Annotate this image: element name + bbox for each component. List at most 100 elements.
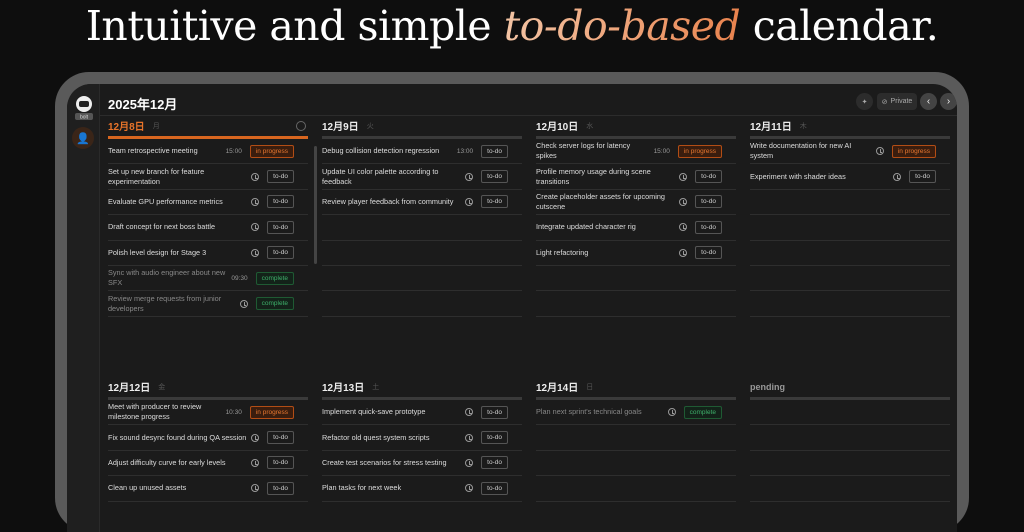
clock-icon[interactable] [251,458,260,467]
task-item[interactable]: Sync with audio engineer about new SFX 09… [108,266,308,292]
status-badge[interactable]: to-do [481,195,508,209]
status-badge[interactable]: to-do [909,170,936,184]
clock-icon[interactable] [251,433,260,442]
status-badge[interactable]: to-do [695,246,722,260]
status-badge[interactable]: in progress [891,144,936,158]
clock-icon[interactable] [465,197,474,206]
clock-icon[interactable] [875,147,884,156]
sparkle-button[interactable]: ✦ [856,93,873,110]
status-badge[interactable]: to-do [267,456,294,470]
clock-icon[interactable] [465,408,474,417]
empty-slot[interactable] [750,425,950,451]
clock-icon[interactable] [465,484,474,493]
empty-slot[interactable] [750,400,950,426]
empty-slot[interactable] [750,451,950,477]
task-item[interactable]: Clean up unused assets to-do [108,476,308,502]
add-user-button[interactable]: 👤 [72,127,94,149]
day-check-icon[interactable] [296,120,306,131]
task-title: Draft concept for next boss battle [108,222,216,232]
status-badge[interactable]: to-do [695,220,722,234]
task-item[interactable]: Light refactoring to-do [536,241,736,266]
clock-icon[interactable] [679,172,688,181]
task-item[interactable]: Integrate updated character rig to-do [536,215,736,241]
status-badge[interactable]: to-do [267,246,294,260]
empty-slot[interactable] [322,291,522,317]
task-item[interactable]: Fix sound desync found during QA session… [108,425,308,451]
empty-slot[interactable] [322,266,522,292]
task-item[interactable]: Debug collision detection regression 13:0… [322,139,522,165]
empty-slot[interactable] [750,241,950,266]
status-badge[interactable]: complete [683,405,722,419]
status-badge[interactable]: to-do [481,431,508,445]
private-toggle[interactable]: ⊘ Private [877,93,917,110]
task-item[interactable]: Plan next sprint's technical goals comple… [536,400,736,426]
empty-slot[interactable] [536,266,736,292]
empty-slot[interactable] [536,476,736,502]
status-badge[interactable]: to-do [267,220,294,234]
status-badge[interactable]: to-do [267,170,294,184]
status-badge[interactable]: in progress [677,144,722,158]
status-badge[interactable]: complete [255,297,294,311]
task-item[interactable]: Evaluate GPU performance metrics to-do [108,190,308,216]
empty-slot[interactable] [750,215,950,241]
task-item[interactable]: Create placeholder assets for upcoming c… [536,190,736,216]
clock-icon[interactable] [679,248,688,257]
clock-icon[interactable] [239,299,248,308]
status-badge[interactable]: to-do [267,195,294,209]
task-item[interactable]: Review merge requests from junior develo… [108,291,308,317]
status-badge[interactable]: to-do [481,456,508,470]
task-item[interactable]: Plan tasks for next week to-do [322,476,522,502]
clock-icon[interactable] [465,433,474,442]
next-week-button[interactable]: › [940,93,957,110]
empty-slot[interactable] [536,291,736,317]
task-item[interactable]: Write documentation for new AI system in … [750,139,950,165]
clock-icon[interactable] [679,223,688,232]
empty-slot[interactable] [750,266,950,292]
status-badge[interactable]: to-do [481,170,508,184]
status-badge[interactable]: to-do [695,170,722,184]
prev-week-button[interactable]: ‹ [920,93,937,110]
clock-icon[interactable] [251,223,260,232]
clock-icon[interactable] [251,172,260,181]
clock-icon[interactable] [251,248,260,257]
clock-icon[interactable] [251,484,260,493]
task-item[interactable]: Check server logs for latency spikes 15:0… [536,139,736,165]
empty-slot[interactable] [536,451,736,477]
clock-icon[interactable] [893,172,902,181]
empty-slot[interactable] [750,476,950,502]
empty-slot[interactable] [750,190,950,216]
empty-slot[interactable] [750,291,950,317]
task-item[interactable]: Profile memory usage during scene transi… [536,164,736,190]
empty-slot[interactable] [322,215,522,241]
status-badge[interactable]: to-do [267,481,294,495]
task-item[interactable]: Draft concept for next boss battle to-do [108,215,308,241]
status-badge[interactable]: to-do [481,481,508,495]
task-item[interactable]: Team retrospective meeting 15:00 in progre… [108,139,308,165]
clock-icon[interactable] [251,197,260,206]
task-item[interactable]: Experiment with shader ideas to-do [750,164,950,190]
status-badge[interactable]: to-do [481,405,508,419]
clock-icon[interactable] [465,172,474,181]
logo-icon[interactable]: bolt [74,95,94,121]
empty-slot[interactable] [536,425,736,451]
task-item[interactable]: Review player feedback from community to-… [322,190,522,216]
status-badge[interactable]: in progress [249,144,294,158]
empty-slot[interactable] [322,241,522,266]
task-item[interactable]: Set up new branch for feature experiment… [108,164,308,190]
status-badge[interactable]: to-do [267,431,294,445]
clock-icon[interactable] [667,408,676,417]
task-item[interactable]: Implement quick-save prototype to-do [322,400,522,426]
status-badge[interactable]: to-do [481,144,508,158]
clock-icon[interactable] [679,197,688,206]
task-item[interactable]: Update UI color palette according to fee… [322,164,522,190]
task-item[interactable]: Adjust difficulty curve for early levels… [108,451,308,477]
clock-icon[interactable] [465,458,474,467]
task-item[interactable]: Polish level design for Stage 3 to-do [108,241,308,266]
task-item[interactable]: Meet with producer to review milestone p… [108,400,308,426]
status-badge[interactable]: complete [255,271,294,285]
status-badge[interactable]: to-do [695,195,722,209]
status-badge[interactable]: in progress [249,405,294,419]
scrollbar[interactable] [314,146,317,264]
task-item[interactable]: Create test scenarios for stress testing… [322,451,522,477]
task-item[interactable]: Refactor old quest system scripts to-do [322,425,522,451]
